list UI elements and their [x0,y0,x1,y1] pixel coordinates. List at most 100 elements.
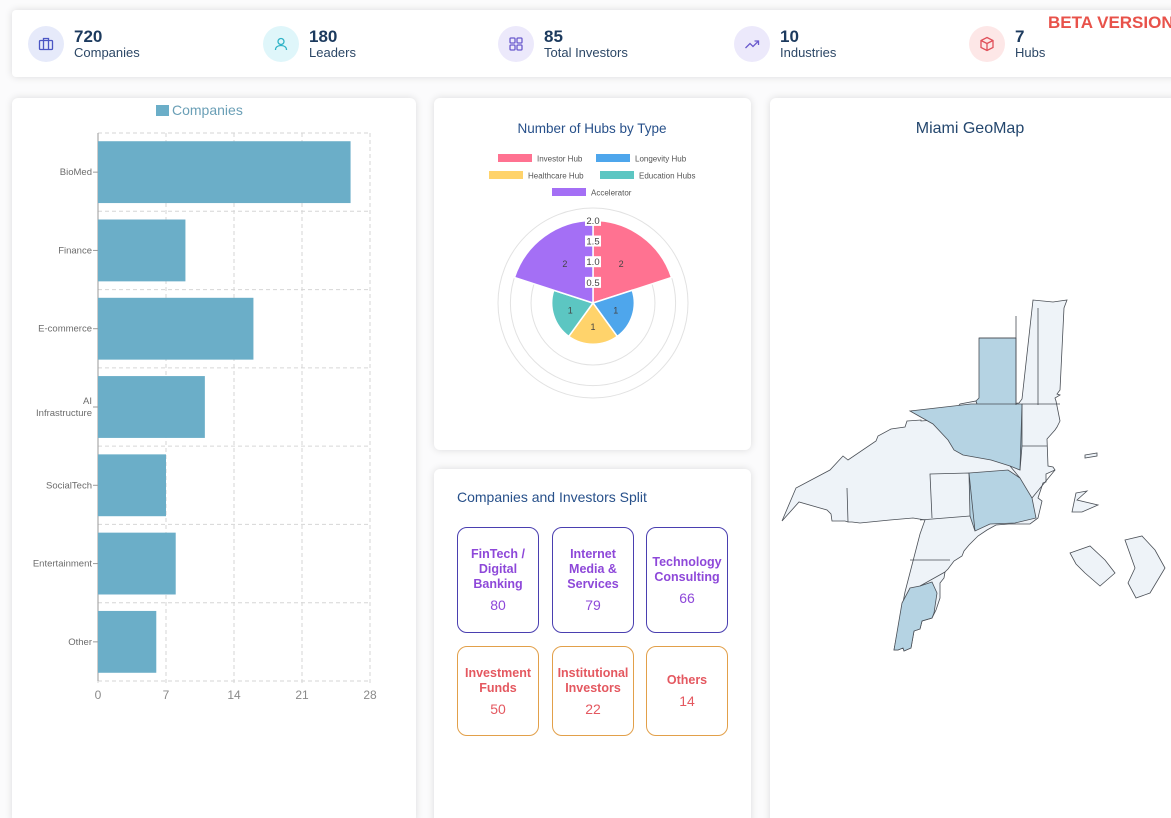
legend-label: Investor Hub [537,155,583,164]
y-tick-label: AI Infrastructure [36,396,92,419]
slice-value-label: 2 [562,259,567,269]
bar [98,297,254,360]
legend-label: Education Hubs [639,172,695,181]
polar-slice [513,219,594,305]
x-tick-label: 14 [227,688,241,702]
stat-value: 720 [74,26,103,46]
split-card-institutional[interactable]: Institutional Investors 22 [552,646,634,736]
user-icon [263,26,299,62]
map-region [1124,535,1166,599]
briefcase-icon [28,26,64,62]
companies-investors-split-card: Companies and Investors Split FinTech / … [434,469,751,818]
x-tick-label: 7 [163,688,170,702]
map-region [893,581,938,652]
split-card-others[interactable]: Others 14 [646,646,728,736]
y-tick-label-line: BioMed [60,167,92,178]
y-tick-label-line: Other [68,637,92,648]
miami-geomap[interactable] [770,98,1171,818]
stats-bar: 720 Companies 180 Leaders 85 Total Investor… [12,10,1171,77]
map-region [975,337,1017,408]
stat-label: Companies [74,44,140,60]
slice-value-label: 1 [568,305,573,315]
hubs-polar-chart: Number of Hubs by Type Investor Hub Longev… [489,121,695,399]
grid-icon [498,26,534,62]
split-count: 50 [490,700,506,717]
split-card-internet-media[interactable]: Internet Media & Services 79 [552,527,634,633]
split-name: Others [666,673,708,687]
stat-investors: 85 Total Investors [498,24,628,64]
split-name: Technology Consulting [652,554,722,584]
legend-swatch [596,154,630,162]
legend-label: Companies [172,102,243,118]
companies-bar-chart-card: Companies 0 7 14 21 28 BioMed Finance E-commerce… [12,98,416,818]
legend-swatch [498,154,532,162]
r-tick-label: 2.0 [586,216,599,227]
geomap-card: Miami GeoMap [770,98,1171,818]
split-count: 22 [585,700,601,717]
y-tick-label-line: Finance [58,245,92,256]
split-count: 80 [490,597,506,613]
legend-label: Accelerator [591,189,632,198]
stat-value: 7 [1015,26,1025,46]
bar [98,454,166,517]
split-card-fintech[interactable]: FinTech / Digital Banking 80 [457,527,539,633]
y-tick-label-line: SocialTech [46,480,92,491]
x-tick-label: 21 [295,688,309,702]
stat-label: Hubs [1015,44,1046,60]
split-name: Institutional Investors [557,665,629,695]
r-tick-label: 0.5 [586,278,599,289]
y-tick-label-line: Entertainment [33,559,93,570]
legend-swatch [156,105,169,116]
split-count: 79 [585,597,601,613]
hubs-polar-chart-card: Number of Hubs by Type Investor Hub Longev… [434,98,751,450]
y-tick-label-line: Infrastructure [36,408,92,419]
slice-value-label: 1 [613,305,618,315]
stat-industries: 10 Industries [734,24,836,64]
stat-label: Leaders [309,44,356,60]
split-name: Investment Funds [465,665,531,695]
stat-label: Total Investors [544,44,628,60]
y-tick-label-line: AI [83,396,92,407]
bar [98,376,205,438]
y-tick-label-line: E-commerce [38,324,92,335]
bar [98,141,351,204]
bar [98,219,186,282]
y-tick-label: Finance [58,245,92,256]
stat-value: 180 [309,26,338,46]
y-tick-label: Entertainment [33,559,93,570]
bar [98,610,157,673]
legend-swatch [489,171,523,179]
x-tick-label: 28 [363,688,377,702]
split-count: 14 [679,693,695,709]
split-card-tech-consulting[interactable]: Technology Consulting 66 [646,527,728,633]
y-tick-label: E-commerce [38,324,92,335]
split-title: Companies and Investors Split [457,489,647,505]
split-count: 66 [679,589,695,606]
y-tick-label: SocialTech [46,480,92,491]
chart-title: Number of Hubs by Type [517,121,666,136]
y-tick-label: BioMed [60,167,92,178]
legend-swatch [552,188,586,196]
slice-value-label: 1 [590,322,595,332]
map-region [1071,490,1100,513]
r-tick-label: 1.0 [586,257,599,268]
stat-value: 85 [544,26,563,46]
x-tick-label: 0 [95,688,102,702]
map-region [1084,452,1098,459]
slice-value-label: 2 [619,259,624,269]
beta-badge: BETA VERSION [1048,13,1171,32]
split-card-investment-funds[interactable]: Investment Funds 50 [457,646,539,736]
split-name: FinTech / Digital Banking [471,547,525,591]
stat-hubs: 7 Hubs [969,24,1045,64]
stat-companies: 720 Companies [28,24,140,64]
r-tick-label: 1.5 [586,237,599,248]
stat-leaders: 180 Leaders [263,24,356,64]
legend-label: Longevity Hub [635,155,687,164]
stat-value: 10 [780,26,799,46]
companies-bar-chart: Companies 0 7 14 21 28 BioMed Finance E-commerce… [33,102,377,702]
legend-swatch [600,171,634,179]
box-icon [969,26,1005,62]
y-tick-label: Other [68,637,92,648]
bar [98,532,176,595]
map-region [1069,545,1116,587]
